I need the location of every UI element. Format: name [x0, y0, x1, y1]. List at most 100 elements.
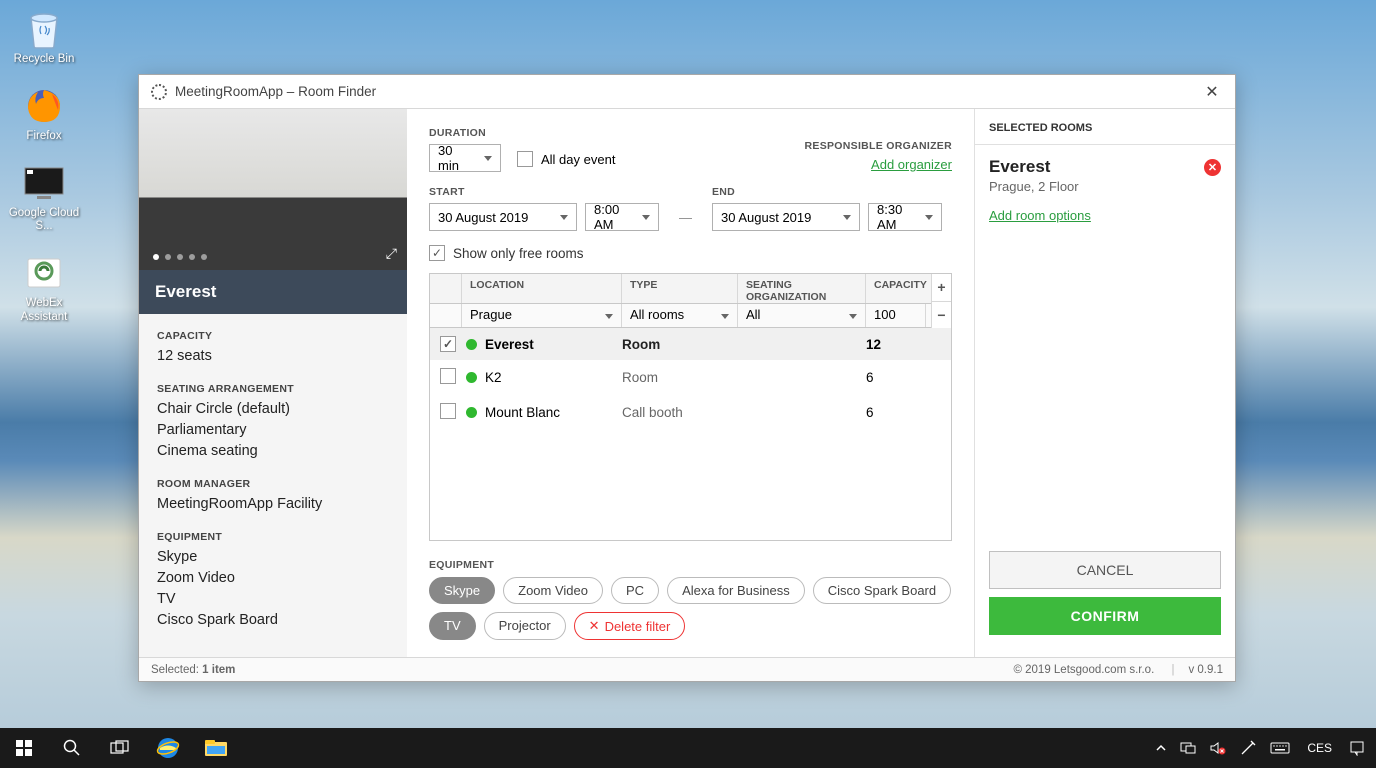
col-capacity[interactable]: CAPACITY	[866, 274, 926, 303]
status-version: v 0.9.1	[1188, 664, 1223, 676]
room-checkbox[interactable]	[440, 368, 456, 384]
carousel-dots[interactable]	[153, 254, 207, 260]
equip-pill-alexa[interactable]: Alexa for Business	[667, 577, 805, 604]
tray-volume-icon[interactable]	[1203, 728, 1233, 768]
cancel-button[interactable]: CANCEL	[989, 551, 1221, 589]
app-icon	[151, 84, 167, 100]
manager-value: MeetingRoomApp Facility	[157, 494, 389, 515]
selected-room-card: Everest Prague, 2 Floor ✕	[975, 145, 1235, 206]
table-row[interactable]: K2 Room 6	[430, 360, 951, 395]
window-title: MeetingRoomApp – Room Finder	[175, 84, 376, 99]
table-filters: Prague All rooms All 100	[430, 304, 931, 328]
filter-type[interactable]: All rooms	[622, 304, 738, 327]
capacity-heading: CAPACITY	[157, 330, 389, 342]
start-label: START	[429, 186, 659, 198]
free-rooms-label: Show only free rooms	[453, 246, 584, 261]
center-panel: DURATION 30 min All day event RESPONSIBL…	[407, 109, 975, 657]
seating-heading: SEATING ARRANGEMENT	[157, 383, 389, 395]
taskbar-explorer[interactable]	[192, 728, 240, 768]
col-seating[interactable]: SEATING ORGANIZATION	[738, 274, 866, 303]
room-details: CAPACITY 12 seats SEATING ARRANGEMENT Ch…	[139, 314, 407, 657]
room-title: Everest	[139, 270, 407, 314]
end-date-input[interactable]: 30 August 2019	[712, 203, 860, 231]
close-button[interactable]: ✕	[1189, 75, 1235, 108]
filter-capacity[interactable]: 100	[866, 304, 926, 327]
status-indicator-icon	[466, 339, 477, 350]
equip-pill-zoom[interactable]: Zoom Video	[503, 577, 603, 604]
end-time-input[interactable]: 8:30 AM	[868, 203, 942, 231]
tray-chevron-icon[interactable]	[1149, 728, 1173, 768]
taskbar-ie[interactable]	[144, 728, 192, 768]
webex-icon	[23, 252, 65, 294]
tray-notifications-icon[interactable]	[1342, 728, 1372, 768]
table-column-buttons: + −	[931, 274, 951, 328]
confirm-button[interactable]: CONFIRM	[989, 597, 1221, 635]
equipment-pills: Skype Zoom Video PC Alexa for Business C…	[429, 577, 952, 640]
left-panel: ⤢ Everest CAPACITY 12 seats SEATING ARRA…	[139, 109, 407, 657]
desktop-icon-google-cloud[interactable]: Google Cloud S...	[8, 162, 80, 235]
desktop-icon-recycle-bin[interactable]: Recycle Bin	[8, 8, 80, 67]
equip-pill-tv[interactable]: TV	[429, 612, 476, 640]
col-location[interactable]: LOCATION	[462, 274, 622, 303]
desktop-icon-webex[interactable]: WebEx Assistant	[8, 252, 80, 325]
date-separator: —	[675, 210, 696, 231]
titlebar[interactable]: MeetingRoomApp – Room Finder ✕	[139, 75, 1235, 109]
delete-filter-button[interactable]: ✕Delete filter	[574, 612, 686, 640]
x-icon: ✕	[589, 618, 600, 634]
selected-rooms-header: SELECTED ROOMS	[975, 109, 1235, 145]
remove-room-button[interactable]: ✕	[1204, 159, 1221, 176]
tray-pen-icon[interactable]	[1233, 728, 1263, 768]
filter-seating[interactable]: All	[738, 304, 866, 327]
status-indicator-icon	[466, 372, 477, 383]
room-checkbox[interactable]	[440, 403, 456, 419]
free-rooms-checkbox[interactable]	[429, 245, 445, 261]
expand-image-icon[interactable]: ⤢	[386, 245, 397, 262]
table-row[interactable]: Mount Blanc Call booth 6	[430, 395, 951, 430]
remove-column-button[interactable]: −	[932, 302, 951, 329]
allday-checkbox[interactable]	[517, 151, 533, 167]
filter-location[interactable]: Prague	[462, 304, 622, 327]
duration-label: DURATION	[429, 127, 501, 139]
start-time-input[interactable]: 8:00 AM	[585, 203, 659, 231]
search-button[interactable]	[48, 728, 96, 768]
equip-pill-pc[interactable]: PC	[611, 577, 659, 604]
add-room-options-link[interactable]: Add room options	[989, 208, 1091, 223]
equip-pill-projector[interactable]: Projector	[484, 612, 566, 640]
add-organizer-link[interactable]: Add organizer	[871, 157, 952, 172]
equipment-value-0: Skype	[157, 547, 389, 568]
desktop-icon-firefox[interactable]: Firefox	[8, 85, 80, 144]
start-date-input[interactable]: 30 August 2019	[429, 203, 577, 231]
tray-network-icon[interactable]	[1173, 728, 1203, 768]
taskbar: CES	[0, 728, 1376, 768]
col-type[interactable]: TYPE	[622, 274, 738, 303]
status-copyright: © 2019 Letsgood.com s.r.o.	[1013, 664, 1174, 676]
allday-label: All day event	[541, 152, 615, 167]
recycle-bin-icon	[23, 8, 65, 50]
system-tray: CES	[1149, 728, 1376, 768]
add-column-button[interactable]: +	[932, 274, 951, 302]
capacity-value: 12 seats	[157, 346, 389, 367]
selected-room-location: Prague, 2 Floor	[989, 179, 1221, 194]
seating-value-2: Cinema seating	[157, 441, 389, 462]
table-header: LOCATION TYPE SEATING ORGANIZATION CAPAC…	[430, 274, 931, 304]
table-row[interactable]: Everest Room 12	[430, 328, 951, 360]
seating-value-1: Parliamentary	[157, 420, 389, 441]
status-selected: Selected: 1 item	[151, 664, 235, 676]
right-panel: SELECTED ROOMS Everest Prague, 2 Floor ✕…	[975, 109, 1235, 657]
manager-heading: ROOM MANAGER	[157, 478, 389, 490]
statusbar: Selected: 1 item © 2019 Letsgood.com s.r…	[139, 657, 1235, 681]
table-rows[interactable]: Everest Room 12 K2 Room 6 Mount	[430, 328, 951, 540]
equip-pill-cisco[interactable]: Cisco Spark Board	[813, 577, 951, 604]
duration-select[interactable]: 30 min	[429, 144, 501, 172]
taskview-button[interactable]	[96, 728, 144, 768]
room-image[interactable]: ⤢	[139, 109, 407, 270]
equipment-value-3: Cisco Spark Board	[157, 610, 389, 631]
google-cloud-icon	[23, 162, 65, 204]
end-label: END	[712, 186, 942, 198]
tray-keyboard-icon[interactable]	[1263, 728, 1297, 768]
start-button[interactable]	[0, 728, 48, 768]
tray-language[interactable]: CES	[1297, 728, 1342, 768]
room-checkbox[interactable]	[440, 336, 456, 352]
equipment-filter-label: EQUIPMENT	[429, 559, 952, 571]
equip-pill-skype[interactable]: Skype	[429, 577, 495, 604]
